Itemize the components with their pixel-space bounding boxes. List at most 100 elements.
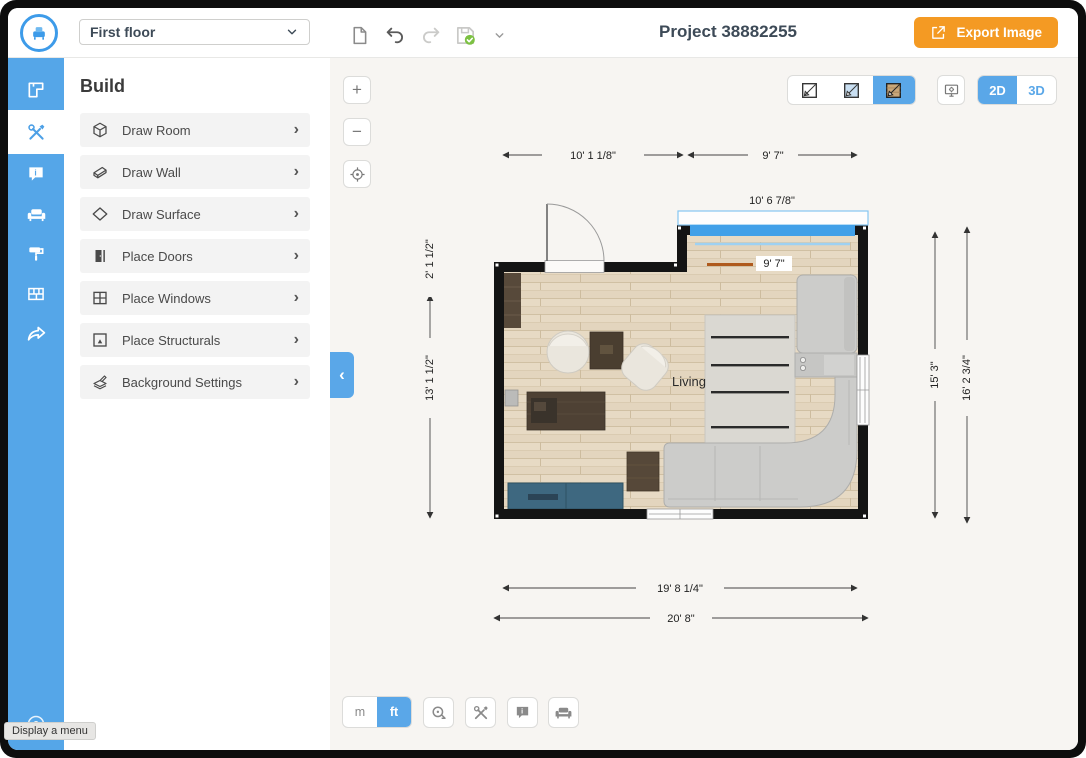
export-image-button[interactable]: Export Image — [914, 17, 1058, 48]
redo-icon — [420, 24, 442, 46]
chat-info-icon: i — [514, 704, 531, 721]
window-icon — [91, 289, 109, 307]
menu-item-place-windows[interactable]: Place Windows › — [80, 281, 310, 315]
menu-item-draw-room[interactable]: Draw Room › — [80, 113, 310, 147]
dim-bottom-inner: 19' 8 1/4" — [657, 583, 703, 595]
structural-icon — [91, 331, 109, 349]
svg-text:9' 7": 9' 7" — [763, 258, 784, 270]
annotations-button[interactable]: i — [507, 697, 538, 728]
menu-item-label: Background Settings — [122, 375, 281, 390]
rug[interactable] — [705, 315, 795, 443]
chevron-right-icon: › — [294, 206, 299, 222]
floor-planner-app: First floor — [8, 8, 1078, 750]
nav-surfaces[interactable] — [8, 274, 64, 314]
menu-item-label: Place Doors — [122, 249, 281, 264]
nav-materials[interactable] — [8, 234, 64, 274]
dim-top-left: 10' 1 1/8" — [570, 150, 616, 162]
units-metric-button[interactable]: m — [343, 697, 377, 727]
redo-button[interactable] — [418, 22, 444, 48]
tape-measure-icon — [430, 704, 448, 722]
sofa-icon — [554, 703, 573, 722]
screenshot-stage: First floor — [0, 0, 1086, 758]
build-tools-button[interactable] — [465, 697, 496, 728]
menu-item-background-settings[interactable]: Background Settings › — [80, 365, 310, 399]
measure-tool-button[interactable] — [423, 697, 454, 728]
save-menu-chevron[interactable] — [486, 22, 512, 48]
nav-build-tools[interactable] — [8, 110, 64, 154]
sofa-icon — [26, 204, 47, 225]
render-mode-color[interactable] — [830, 76, 872, 104]
chevron-down-icon — [285, 25, 299, 39]
left-nav-strip: i — [8, 58, 64, 750]
menu-item-label: Place Windows — [122, 291, 281, 306]
chevron-right-icon: › — [294, 332, 299, 348]
view-2d-button[interactable]: 2D — [978, 76, 1017, 104]
door[interactable] — [545, 204, 604, 273]
dim-right-inner: 15' 3" — [929, 361, 941, 389]
units-imperial-button[interactable]: ft — [377, 697, 411, 727]
tools-icon — [472, 704, 490, 722]
center-view-button[interactable] — [343, 160, 371, 188]
undo-button[interactable] — [382, 22, 408, 48]
color-render-icon — [843, 82, 860, 99]
brick-wall-icon — [26, 284, 46, 304]
window-right[interactable] — [857, 355, 869, 425]
desk[interactable] — [527, 392, 605, 430]
dim-bottom-outer: 20' 8" — [667, 613, 695, 625]
nav-share[interactable] — [8, 314, 64, 354]
chevron-right-icon: › — [294, 374, 299, 390]
new-document-button[interactable] — [346, 22, 372, 48]
room-label[interactable]: Living — [672, 374, 706, 389]
nav-furniture[interactable] — [8, 194, 64, 234]
render-mode-textured[interactable] — [873, 76, 915, 104]
outline-render-icon — [801, 82, 818, 99]
menu-item-draw-wall[interactable]: Draw Wall › — [80, 155, 310, 189]
texture-render-icon — [885, 82, 902, 99]
render-mode-outline[interactable] — [788, 76, 830, 104]
tools-icon — [26, 122, 47, 143]
floor-selector-value: First floor — [90, 24, 285, 40]
wall-slab-icon — [91, 163, 109, 181]
menu-item-place-structurals[interactable]: Place Structurals › — [80, 323, 310, 357]
nav-annotations[interactable]: i — [8, 154, 64, 194]
build-panel: Build Draw Room › Draw Wall › — [64, 58, 330, 750]
share-arrow-icon — [26, 324, 47, 345]
window-bottom[interactable] — [647, 509, 713, 519]
render-mode-group — [787, 75, 916, 105]
side-table[interactable] — [590, 332, 623, 369]
menu-item-label: Draw Wall — [122, 165, 281, 180]
view-settings-button[interactable] — [937, 75, 965, 105]
menu-item-label: Draw Room — [122, 123, 281, 138]
plan-canvas[interactable]: Living 9' 7" — [330, 58, 1078, 750]
view-3d-button[interactable]: 3D — [1017, 76, 1056, 104]
app-logo-icon[interactable] — [20, 14, 58, 52]
svg-text:i: i — [34, 167, 36, 177]
furniture-logo-icon — [29, 23, 49, 43]
collapse-panel-tab[interactable]: ‹ — [330, 352, 354, 398]
bookcase[interactable] — [504, 273, 521, 328]
door-icon — [91, 247, 109, 265]
armchair[interactable] — [547, 331, 589, 373]
floor-plan[interactable]: Living 9' 7" — [330, 58, 1078, 750]
wall-panel[interactable] — [505, 390, 518, 406]
chevron-right-icon: › — [294, 290, 299, 306]
topbar: First floor — [8, 8, 1078, 58]
sideboard[interactable] — [508, 483, 623, 509]
zoom-out-button[interactable]: − — [343, 118, 371, 146]
coffee-table[interactable] — [627, 452, 659, 491]
dim-left-lower: 13' 1 1/2" — [424, 355, 436, 401]
diamond-surface-icon — [91, 205, 109, 223]
furniture-mode-button[interactable] — [548, 697, 579, 728]
chat-info-icon: i — [26, 164, 46, 184]
view-dimension-toggle: 2D 3D — [977, 75, 1057, 105]
wall-shelf[interactable] — [707, 263, 753, 266]
nav-floorplan[interactable] — [8, 70, 64, 110]
save-icon — [454, 24, 477, 47]
menu-item-place-doors[interactable]: Place Doors › — [80, 239, 310, 273]
floor-selector-dropdown[interactable]: First floor — [79, 19, 310, 45]
chevron-down-icon — [493, 29, 506, 42]
save-button[interactable] — [452, 22, 478, 48]
menu-item-draw-surface[interactable]: Draw Surface › — [80, 197, 310, 231]
dim-top-right: 9' 7" — [762, 150, 783, 162]
zoom-in-button[interactable]: + — [343, 76, 371, 104]
